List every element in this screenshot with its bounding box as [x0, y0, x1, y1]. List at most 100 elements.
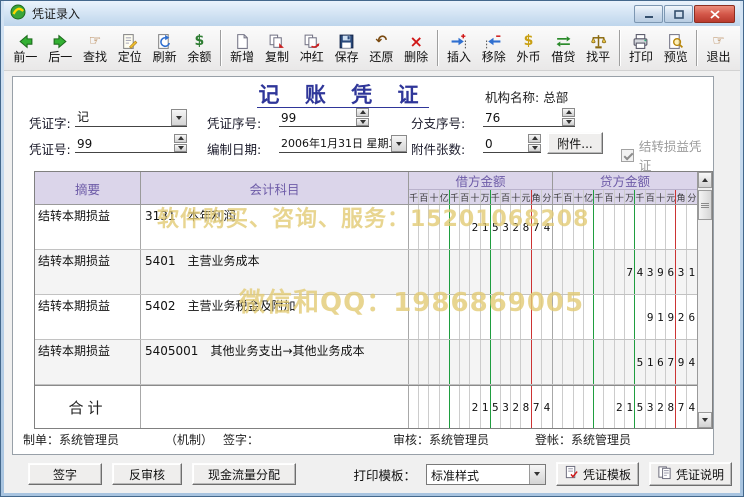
amount-digit-cell [429, 340, 439, 384]
close-button[interactable] [694, 5, 735, 23]
amount-digit-cell: 4 [687, 340, 697, 384]
cell-summary[interactable]: 结转本期损益 [35, 295, 141, 339]
digit-column-label: 万 [481, 190, 491, 204]
voucher-no-field[interactable]: 99 [75, 133, 187, 153]
cell-account[interactable]: 3131本年利润 [141, 205, 409, 249]
digit-column-label: 千 [409, 190, 419, 204]
amount-digit-cell [594, 295, 604, 339]
amount-digit-cell [481, 340, 491, 384]
toolbar-separator [619, 30, 621, 66]
toolbar-print-button[interactable]: 打印 [624, 28, 659, 69]
amount-digit-cell [429, 205, 439, 249]
amount-digit-cell: 2 [470, 386, 480, 428]
toolbar-refresh-button[interactable]: 刷新 [147, 28, 182, 69]
loss-carryover-checkbox[interactable]: 结转损益凭证 [621, 136, 713, 174]
cell-credit[interactable]: 7439631 [553, 250, 697, 294]
maximize-button[interactable] [664, 5, 693, 23]
toolbar-find-button[interactable]: ☞查找 [78, 28, 113, 69]
cell-summary[interactable]: 结转本期损益 [35, 340, 141, 384]
cell-debit[interactable] [409, 250, 553, 294]
amount-digit-cell [615, 295, 625, 339]
amount-digit-cell: 2 [511, 205, 521, 249]
amount-digit-cell [511, 250, 521, 294]
unaudit-button[interactable]: 反审核 [112, 463, 182, 485]
minimize-button[interactable] [634, 5, 663, 23]
toolbar-prev-button[interactable]: 前一 [8, 28, 43, 69]
attachments-spinner[interactable] [528, 134, 541, 152]
chevron-down-icon[interactable] [529, 465, 545, 484]
attachment-button[interactable]: 附件... [547, 132, 603, 154]
amount-digit-cell [491, 250, 501, 294]
toolbar-delete-button[interactable]: ×删除 [399, 28, 434, 69]
toolbar-new-button[interactable]: 新增 [225, 28, 260, 69]
cell-debit[interactable]: 21532874 [409, 205, 553, 249]
balance-icon: $ [195, 32, 205, 50]
amount-digit-cell: 6 [666, 250, 676, 294]
date-combo[interactable]: 2006年1月31日 星期二 [279, 133, 407, 153]
toolbar-exit-button[interactable]: ☞退出 [701, 28, 736, 69]
mode-text: （机制） [165, 431, 213, 448]
voucher-seq-spinner[interactable] [356, 108, 369, 126]
toolbar-debit-credit-button[interactable]: 借贷 [546, 28, 581, 69]
amount-digit-cell: 6 [656, 340, 666, 384]
scroll-track[interactable] [698, 188, 712, 412]
cell-credit[interactable] [553, 205, 697, 249]
save-icon [338, 32, 355, 50]
branch-seq-spinner[interactable] [562, 108, 575, 126]
amount-digit-cell [429, 250, 439, 294]
voucher-seq-field[interactable]: 99 [279, 107, 369, 127]
chevron-down-icon[interactable] [391, 135, 407, 152]
toolbar-currency-button[interactable]: $外币 [511, 28, 546, 69]
amount-digit-cell: 2 [511, 386, 521, 428]
total-row: 合计 21532874 21532874 [35, 385, 697, 428]
cell-account[interactable]: 5402主营业务税金及附加 [141, 295, 409, 339]
toolbar-button-label: 退出 [707, 51, 731, 64]
cell-debit[interactable] [409, 340, 553, 384]
scroll-up-button[interactable] [698, 172, 712, 188]
toolbar-level-button[interactable]: 找平 [581, 28, 616, 69]
toolbar-remove-button[interactable]: 移除 [476, 28, 511, 69]
toolbar-save-button[interactable]: 保存 [329, 28, 364, 69]
chevron-down-icon[interactable] [171, 109, 187, 126]
toolbar-balance-button[interactable]: $余额 [182, 28, 217, 69]
print-template-combo[interactable]: 标准样式 [426, 464, 546, 485]
scroll-down-button[interactable] [698, 412, 712, 428]
voucher-template-button[interactable]: 凭证模板 [556, 462, 639, 486]
voucher-no-spinner[interactable] [174, 134, 187, 152]
cell-credit[interactable]: 516794 [553, 340, 697, 384]
toolbar-button-label: 借贷 [551, 51, 575, 64]
cell-account[interactable]: 5405001其他业务支出→其他业务成本 [141, 340, 409, 384]
sign-button[interactable]: 签字 [28, 463, 102, 485]
toolbar-separator [220, 30, 222, 66]
cell-summary[interactable]: 结转本期损益 [35, 250, 141, 294]
toolbar-button-label: 查找 [83, 51, 107, 64]
attachments-field[interactable]: 0 [483, 133, 541, 153]
scroll-thumb[interactable] [698, 190, 712, 220]
cell-summary[interactable]: 结转本期损益 [35, 205, 141, 249]
amount-digit-cell [481, 295, 491, 339]
table-vscrollbar[interactable] [697, 172, 712, 428]
voucher-seq-value: 99 [279, 111, 356, 126]
branch-seq-field[interactable]: 76 [483, 107, 575, 127]
cell-credit[interactable]: 91926 [553, 295, 697, 339]
digit-column-label: 十 [574, 190, 584, 204]
voucher-word-combo[interactable]: 记 [75, 107, 187, 127]
toolbar-restore-button[interactable]: ↶还原 [364, 28, 399, 69]
amount-digit-cell [440, 386, 450, 428]
toolbar-locate-button[interactable]: 定位 [112, 28, 147, 69]
toolbar-preview-button[interactable]: 预览 [658, 28, 693, 69]
toolbar-reverse-button[interactable]: 冲红 [294, 28, 329, 69]
toolbar-copy-button[interactable]: 复制 [260, 28, 295, 69]
cashflow-button[interactable]: 现金流量分配 [192, 463, 296, 485]
voucher-note-button[interactable]: 凭证说明 [649, 462, 732, 486]
amount-digit-cell: 7 [532, 386, 542, 428]
amount-digit-cell: 8 [666, 386, 676, 428]
cell-account[interactable]: 5401主营业务成本 [141, 250, 409, 294]
amount-digit-cell [594, 250, 604, 294]
cell-debit[interactable] [409, 295, 553, 339]
toolbar-next-button[interactable]: 后一 [43, 28, 78, 69]
amount-digit-cell [511, 340, 521, 384]
toolbar-insert-button[interactable]: 插入 [442, 28, 477, 69]
amount-digit-cell [419, 250, 429, 294]
digit-column-label: 百 [604, 190, 614, 204]
